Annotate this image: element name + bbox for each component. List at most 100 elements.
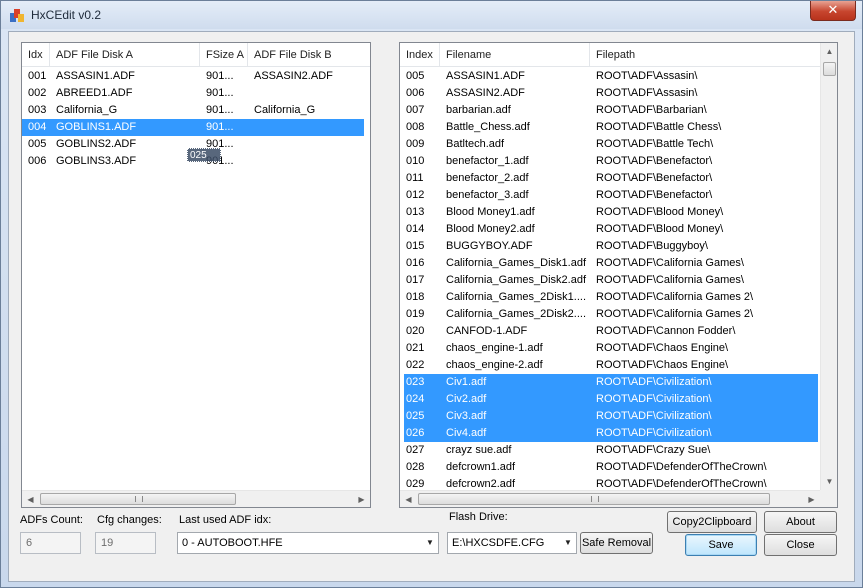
- cell-disk-a: ASSASIN1.ADF: [56, 70, 135, 82]
- client-area: Idx ADF File Disk A FSize A ADF File Dis…: [8, 31, 855, 582]
- cell-filepath: ROOT\ADF\Benefactor\: [596, 155, 713, 167]
- close-button[interactable]: Close: [764, 534, 837, 556]
- column-header-index[interactable]: Index: [400, 43, 440, 67]
- table-row[interactable]: 027 crayz sue.adf ROOT\ADF\Crazy Sue\: [404, 442, 818, 459]
- cell-filepath: ROOT\ADF\California Games\: [596, 274, 744, 286]
- scroll-left-icon[interactable]: ◀: [400, 491, 417, 507]
- cell-filepath: ROOT\ADF\Blood Money\: [596, 223, 724, 235]
- table-row[interactable]: 025 Civ3.adf ROOT\ADF\Civilization\: [404, 408, 818, 425]
- table-row[interactable]: 012 benefactor_3.adf ROOT\ADF\Benefactor\: [404, 187, 818, 204]
- cell-filename: California_Games_2Disk1....: [446, 291, 587, 303]
- sd-file-list[interactable]: Index Filename Filepath 005 ASSASIN1.ADF R…: [399, 42, 838, 508]
- column-header-idx[interactable]: Idx: [22, 43, 50, 67]
- table-row[interactable]: 015 BUGGYBOY.ADF ROOT\ADF\Buggyboy\: [404, 238, 818, 255]
- column-header-filepath[interactable]: Filepath: [590, 43, 820, 67]
- cell-filename: benefactor_3.adf: [446, 189, 529, 201]
- column-header-fsize-a[interactable]: FSize A: [200, 43, 248, 67]
- adf-config-list-header: Idx ADF File Disk A FSize A ADF File Dis…: [22, 43, 370, 67]
- table-row[interactable]: 021 chaos_engine-1.adf ROOT\ADF\Chaos Engi…: [404, 340, 818, 357]
- cell-filepath: ROOT\ADF\Crazy Sue\: [596, 444, 711, 456]
- cell-disk-a: ABREED1.ADF: [56, 87, 133, 99]
- scroll-down-icon[interactable]: ▼: [821, 473, 837, 490]
- column-header-disk-a[interactable]: ADF File Disk A: [50, 43, 200, 67]
- scroll-left-icon[interactable]: ◀: [22, 491, 39, 507]
- dropdown-arrow-icon[interactable]: ▼: [422, 533, 438, 553]
- cell-filename: California_Games_Disk1.adf: [446, 257, 587, 269]
- cell-index: 008: [406, 121, 425, 133]
- cfg-changes-field: 19: [95, 532, 156, 554]
- table-row[interactable]: 009 Batltech.adf ROOT\ADF\Battle Tech\: [404, 136, 818, 153]
- cell-disk-a: GOBLINS2.ADF: [56, 138, 137, 150]
- cell-idx: 004: [28, 121, 47, 133]
- cell-filepath: ROOT\ADF\Barbarian\: [596, 104, 707, 116]
- cell-index: 014: [406, 223, 425, 235]
- cell-index: 009: [406, 138, 425, 150]
- table-row[interactable]: 022 chaos_engine-2.adf ROOT\ADF\Chaos Engi…: [404, 357, 818, 374]
- copy2clipboard-button[interactable]: Copy2Clipboard: [667, 511, 757, 533]
- cell-index: 013: [406, 206, 425, 218]
- last-used-adf-value: 0 - AUTOBOOT.HFE: [182, 537, 283, 549]
- scrollbar-thumb[interactable]: [823, 62, 836, 76]
- column-header-filename[interactable]: Filename: [440, 43, 590, 67]
- table-row[interactable]: 016 California_Games_Disk1.adf ROOT\ADF\Ca…: [404, 255, 818, 272]
- cell-filename: barbarian.adf: [446, 104, 511, 116]
- dropdown-arrow-icon[interactable]: ▼: [560, 533, 576, 553]
- table-row[interactable]: 003 California_G 901... California_G: [22, 102, 370, 119]
- scroll-up-icon[interactable]: ▲: [821, 43, 837, 60]
- right-vertical-scrollbar[interactable]: ▲ ▼: [820, 43, 837, 490]
- safe-removal-button[interactable]: Safe Removal: [580, 532, 653, 554]
- adf-config-list[interactable]: Idx ADF File Disk A FSize A ADF File Dis…: [21, 42, 371, 508]
- table-row[interactable]: 013 Blood Money1.adf ROOT\ADF\Blood Money\: [404, 204, 818, 221]
- table-row[interactable]: 001 ASSASIN1.ADF 901... ASSASIN2.ADF: [22, 68, 370, 85]
- last-used-adf-select[interactable]: 0 - AUTOBOOT.HFE ▼: [177, 532, 439, 554]
- table-row[interactable]: 002 ABREED1.ADF 901...: [22, 85, 370, 102]
- table-row[interactable]: 006 ASSASIN2.ADF ROOT\ADF\Assasin\: [404, 85, 818, 102]
- flash-drive-select[interactable]: E:\HXCSDFE.CFG ▼: [447, 532, 577, 554]
- scroll-right-icon[interactable]: ▶: [803, 491, 820, 507]
- window-close-button[interactable]: ✕: [810, 1, 856, 21]
- cell-fsize-a: 901...: [206, 87, 234, 99]
- cell-index: 019: [406, 308, 425, 320]
- cell-index: 015: [406, 240, 425, 252]
- table-row[interactable]: 008 Battle_Chess.adf ROOT\ADF\Battle Chess…: [404, 119, 818, 136]
- cell-disk-b: [248, 119, 370, 136]
- table-row[interactable]: 011 benefactor_2.adf ROOT\ADF\Benefactor\: [404, 170, 818, 187]
- cell-filename: Civ3.adf: [446, 410, 487, 422]
- cell-filepath: ROOT\ADF\Benefactor\: [596, 172, 713, 184]
- cell-index: 017: [406, 274, 425, 286]
- cell-index: 011: [406, 172, 424, 184]
- column-header-disk-b[interactable]: ADF File Disk B: [248, 43, 370, 67]
- table-row[interactable]: 019 California_Games_2Disk2.... ROOT\ADF\C…: [404, 306, 818, 323]
- title-bar[interactable]: HxCEdit v0.2 ✕: [1, 1, 862, 29]
- scroll-right-icon[interactable]: ▶: [353, 491, 370, 507]
- table-row[interactable]: 014 Blood Money2.adf ROOT\ADF\Blood Money\: [404, 221, 818, 238]
- cell-disk-b: California_G: [254, 104, 316, 116]
- cell-index: 023: [406, 376, 425, 388]
- table-row[interactable]: 028 defcrown1.adf ROOT\ADF\DefenderOfTheCr…: [404, 459, 818, 476]
- table-row[interactable]: 017 California_Games_Disk2.adf ROOT\ADF\Ca…: [404, 272, 818, 289]
- save-button[interactable]: Save: [685, 534, 757, 556]
- table-row[interactable]: 024 Civ2.adf ROOT\ADF\Civilization\: [404, 391, 818, 408]
- table-row[interactable]: 023 Civ1.adf ROOT\ADF\Civilization\: [404, 374, 818, 391]
- table-row[interactable]: 020 CANFOD-1.ADF ROOT\ADF\Cannon Fodder\: [404, 323, 818, 340]
- scrollbar-thumb[interactable]: [418, 493, 770, 505]
- table-row[interactable]: 007 barbarian.adf ROOT\ADF\Barbarian\: [404, 102, 818, 119]
- cell-disk-a: GOBLINS1.ADF: [56, 121, 137, 133]
- cell-filename: benefactor_1.adf: [446, 155, 529, 167]
- cell-filename: Civ2.adf: [446, 393, 487, 405]
- cell-filename: ASSASIN1.ADF: [446, 70, 525, 82]
- cell-filename: CANFOD-1.ADF: [446, 325, 528, 337]
- table-row[interactable]: 005 ASSASIN1.ADF ROOT\ADF\Assasin\: [404, 68, 818, 85]
- table-row[interactable]: 010 benefactor_1.adf ROOT\ADF\Benefactor\: [404, 153, 818, 170]
- cell-filename: chaos_engine-2.adf: [446, 359, 543, 371]
- table-row[interactable]: 018 California_Games_2Disk1.... ROOT\ADF\C…: [404, 289, 818, 306]
- scrollbar-thumb[interactable]: [40, 493, 236, 505]
- left-horizontal-scrollbar[interactable]: ◀ ▶: [22, 490, 370, 507]
- cell-index: 020: [406, 325, 425, 337]
- table-row[interactable]: 026 Civ4.adf ROOT\ADF\Civilization\: [404, 425, 818, 442]
- right-horizontal-scrollbar[interactable]: ◀ ▶: [400, 490, 820, 507]
- cell-index: 018: [406, 291, 425, 303]
- about-button[interactable]: About: [764, 511, 837, 533]
- table-row[interactable]: 004 GOBLINS1.ADF 901...: [22, 119, 364, 136]
- cell-filename: crayz sue.adf: [446, 444, 512, 456]
